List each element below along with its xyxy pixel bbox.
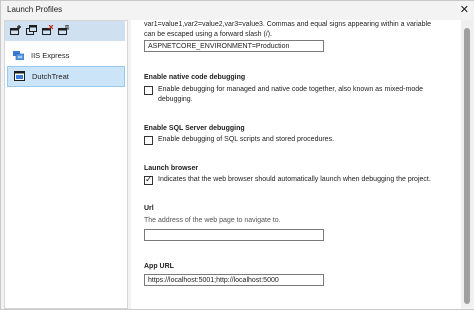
- env-vars-field[interactable]: ASPNETCORE_ENVIRONMENT=Production: [144, 40, 324, 52]
- profile-dutchtreat[interactable]: DutchTreat: [7, 66, 125, 87]
- close-icon[interactable]: ✕: [460, 3, 469, 17]
- sql-debug-text: Enable debugging of SQL scripts and stor…: [158, 136, 335, 143]
- copy-profile-icon[interactable]: [26, 25, 38, 36]
- sql-debug-checkbox[interactable]: [144, 136, 153, 145]
- project-icon: [14, 71, 25, 81]
- iis-icon: [13, 50, 25, 61]
- profiles-sidebar: IIS Express DutchTreat: [4, 20, 128, 309]
- profile-label: DutchTreat: [32, 72, 69, 81]
- launch-profiles-window: Launch Profiles ✕ IIS Express DutchTreat…: [0, 0, 474, 310]
- rename-profile-icon[interactable]: [58, 24, 70, 36]
- profiles-toolbar: [5, 21, 125, 41]
- app-url-field[interactable]: https://localhost:5001;http://localhost:…: [144, 274, 324, 286]
- delete-profile-icon[interactable]: [42, 24, 54, 36]
- native-debug-label: Enable native code debugging: [144, 74, 246, 81]
- app-url-label: App URL: [144, 263, 174, 270]
- env-vars-help: var1=value1,var2=value2,var3=value3. Com…: [144, 21, 431, 38]
- url-label: Url: [144, 205, 154, 212]
- window-title: Launch Profiles: [7, 5, 63, 14]
- url-field[interactable]: [144, 229, 324, 241]
- profile-iis-express[interactable]: IIS Express: [7, 46, 123, 65]
- profile-settings-panel: var1=value1,var2=value2,var3=value3. Com…: [131, 20, 461, 309]
- scrollbar-thumb[interactable]: [464, 28, 470, 304]
- url-help: The address of the web page to navigate …: [144, 217, 281, 224]
- vertical-scrollbar[interactable]: [461, 20, 473, 307]
- sql-debug-label: Enable SQL Server debugging: [144, 125, 245, 132]
- new-profile-icon[interactable]: [10, 25, 22, 36]
- launch-browser-label: Launch browser: [144, 165, 199, 172]
- title-bar: Launch Profiles ✕: [1, 1, 474, 19]
- profile-label: IIS Express: [31, 51, 70, 60]
- launch-browser-text: Indicates that the web browser should au…: [158, 176, 431, 183]
- native-debug-text: Enable debugging for managed and native …: [158, 86, 424, 103]
- launch-browser-checkbox[interactable]: [144, 174, 153, 185]
- native-debug-checkbox[interactable]: [144, 86, 153, 95]
